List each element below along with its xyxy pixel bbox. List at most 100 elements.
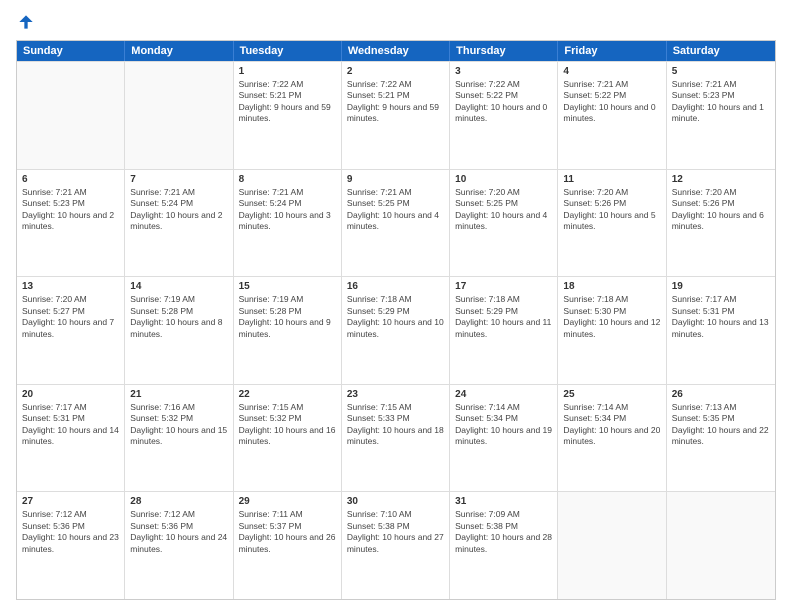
header (16, 12, 776, 32)
day-number: 26 (672, 388, 770, 401)
header-day-wednesday: Wednesday (342, 41, 450, 61)
cell-info: Sunrise: 7:19 AMSunset: 5:28 PMDaylight:… (130, 294, 227, 340)
day-number: 11 (563, 173, 660, 186)
day-number: 17 (455, 280, 552, 293)
cell-info: Sunrise: 7:20 AMSunset: 5:27 PMDaylight:… (22, 294, 119, 340)
calendar-cell: 19Sunrise: 7:17 AMSunset: 5:31 PMDayligh… (667, 277, 775, 384)
calendar-cell: 18Sunrise: 7:18 AMSunset: 5:30 PMDayligh… (558, 277, 666, 384)
calendar-cell: 7Sunrise: 7:21 AMSunset: 5:24 PMDaylight… (125, 170, 233, 277)
day-number: 6 (22, 173, 119, 186)
cell-info: Sunrise: 7:22 AMSunset: 5:21 PMDaylight:… (239, 79, 336, 125)
calendar-cell (667, 492, 775, 599)
calendar: SundayMondayTuesdayWednesdayThursdayFrid… (16, 40, 776, 600)
calendar-cell (125, 62, 233, 169)
day-number: 9 (347, 173, 444, 186)
day-number: 31 (455, 495, 552, 508)
cell-info: Sunrise: 7:09 AMSunset: 5:38 PMDaylight:… (455, 509, 552, 555)
cell-info: Sunrise: 7:21 AMSunset: 5:23 PMDaylight:… (22, 187, 119, 233)
cell-info: Sunrise: 7:13 AMSunset: 5:35 PMDaylight:… (672, 402, 770, 448)
calendar-cell: 22Sunrise: 7:15 AMSunset: 5:32 PMDayligh… (234, 385, 342, 492)
page: SundayMondayTuesdayWednesdayThursdayFrid… (0, 0, 792, 612)
header-day-friday: Friday (558, 41, 666, 61)
logo (16, 12, 40, 32)
cell-info: Sunrise: 7:14 AMSunset: 5:34 PMDaylight:… (563, 402, 660, 448)
cell-info: Sunrise: 7:22 AMSunset: 5:21 PMDaylight:… (347, 79, 444, 125)
calendar-cell: 24Sunrise: 7:14 AMSunset: 5:34 PMDayligh… (450, 385, 558, 492)
day-number: 18 (563, 280, 660, 293)
header-day-saturday: Saturday (667, 41, 775, 61)
calendar-cell: 1Sunrise: 7:22 AMSunset: 5:21 PMDaylight… (234, 62, 342, 169)
calendar-body: 1Sunrise: 7:22 AMSunset: 5:21 PMDaylight… (17, 61, 775, 599)
calendar-cell (558, 492, 666, 599)
day-number: 13 (22, 280, 119, 293)
cell-info: Sunrise: 7:20 AMSunset: 5:26 PMDaylight:… (563, 187, 660, 233)
day-number: 29 (239, 495, 336, 508)
calendar-cell: 23Sunrise: 7:15 AMSunset: 5:33 PMDayligh… (342, 385, 450, 492)
calendar-row-3: 13Sunrise: 7:20 AMSunset: 5:27 PMDayligh… (17, 276, 775, 384)
cell-info: Sunrise: 7:20 AMSunset: 5:25 PMDaylight:… (455, 187, 552, 233)
calendar-cell: 17Sunrise: 7:18 AMSunset: 5:29 PMDayligh… (450, 277, 558, 384)
cell-info: Sunrise: 7:21 AMSunset: 5:24 PMDaylight:… (239, 187, 336, 233)
calendar-cell: 2Sunrise: 7:22 AMSunset: 5:21 PMDaylight… (342, 62, 450, 169)
day-number: 10 (455, 173, 552, 186)
day-number: 3 (455, 65, 552, 78)
cell-info: Sunrise: 7:22 AMSunset: 5:22 PMDaylight:… (455, 79, 552, 125)
calendar-cell: 30Sunrise: 7:10 AMSunset: 5:38 PMDayligh… (342, 492, 450, 599)
calendar-header: SundayMondayTuesdayWednesdayThursdayFrid… (17, 41, 775, 61)
day-number: 4 (563, 65, 660, 78)
cell-info: Sunrise: 7:15 AMSunset: 5:32 PMDaylight:… (239, 402, 336, 448)
cell-info: Sunrise: 7:12 AMSunset: 5:36 PMDaylight:… (130, 509, 227, 555)
cell-info: Sunrise: 7:14 AMSunset: 5:34 PMDaylight:… (455, 402, 552, 448)
day-number: 15 (239, 280, 336, 293)
calendar-cell: 25Sunrise: 7:14 AMSunset: 5:34 PMDayligh… (558, 385, 666, 492)
calendar-row-2: 6Sunrise: 7:21 AMSunset: 5:23 PMDaylight… (17, 169, 775, 277)
calendar-cell: 9Sunrise: 7:21 AMSunset: 5:25 PMDaylight… (342, 170, 450, 277)
day-number: 2 (347, 65, 444, 78)
calendar-cell: 31Sunrise: 7:09 AMSunset: 5:38 PMDayligh… (450, 492, 558, 599)
cell-info: Sunrise: 7:16 AMSunset: 5:32 PMDaylight:… (130, 402, 227, 448)
calendar-row-4: 20Sunrise: 7:17 AMSunset: 5:31 PMDayligh… (17, 384, 775, 492)
day-number: 27 (22, 495, 119, 508)
calendar-cell (17, 62, 125, 169)
day-number: 28 (130, 495, 227, 508)
calendar-cell: 11Sunrise: 7:20 AMSunset: 5:26 PMDayligh… (558, 170, 666, 277)
cell-info: Sunrise: 7:18 AMSunset: 5:29 PMDaylight:… (455, 294, 552, 340)
cell-info: Sunrise: 7:18 AMSunset: 5:29 PMDaylight:… (347, 294, 444, 340)
day-number: 30 (347, 495, 444, 508)
calendar-cell: 27Sunrise: 7:12 AMSunset: 5:36 PMDayligh… (17, 492, 125, 599)
header-day-sunday: Sunday (17, 41, 125, 61)
calendar-cell: 29Sunrise: 7:11 AMSunset: 5:37 PMDayligh… (234, 492, 342, 599)
day-number: 19 (672, 280, 770, 293)
calendar-cell: 28Sunrise: 7:12 AMSunset: 5:36 PMDayligh… (125, 492, 233, 599)
header-day-tuesday: Tuesday (234, 41, 342, 61)
day-number: 25 (563, 388, 660, 401)
logo-icon (16, 12, 36, 32)
day-number: 5 (672, 65, 770, 78)
cell-info: Sunrise: 7:17 AMSunset: 5:31 PMDaylight:… (22, 402, 119, 448)
calendar-row-5: 27Sunrise: 7:12 AMSunset: 5:36 PMDayligh… (17, 491, 775, 599)
cell-info: Sunrise: 7:19 AMSunset: 5:28 PMDaylight:… (239, 294, 336, 340)
calendar-cell: 3Sunrise: 7:22 AMSunset: 5:22 PMDaylight… (450, 62, 558, 169)
day-number: 7 (130, 173, 227, 186)
cell-info: Sunrise: 7:12 AMSunset: 5:36 PMDaylight:… (22, 509, 119, 555)
calendar-cell: 6Sunrise: 7:21 AMSunset: 5:23 PMDaylight… (17, 170, 125, 277)
calendar-cell: 16Sunrise: 7:18 AMSunset: 5:29 PMDayligh… (342, 277, 450, 384)
day-number: 24 (455, 388, 552, 401)
cell-info: Sunrise: 7:21 AMSunset: 5:24 PMDaylight:… (130, 187, 227, 233)
day-number: 20 (22, 388, 119, 401)
calendar-cell: 26Sunrise: 7:13 AMSunset: 5:35 PMDayligh… (667, 385, 775, 492)
day-number: 14 (130, 280, 227, 293)
cell-info: Sunrise: 7:17 AMSunset: 5:31 PMDaylight:… (672, 294, 770, 340)
calendar-cell: 14Sunrise: 7:19 AMSunset: 5:28 PMDayligh… (125, 277, 233, 384)
cell-info: Sunrise: 7:11 AMSunset: 5:37 PMDaylight:… (239, 509, 336, 555)
day-number: 21 (130, 388, 227, 401)
calendar-cell: 13Sunrise: 7:20 AMSunset: 5:27 PMDayligh… (17, 277, 125, 384)
calendar-cell: 12Sunrise: 7:20 AMSunset: 5:26 PMDayligh… (667, 170, 775, 277)
calendar-cell: 8Sunrise: 7:21 AMSunset: 5:24 PMDaylight… (234, 170, 342, 277)
header-day-thursday: Thursday (450, 41, 558, 61)
cell-info: Sunrise: 7:21 AMSunset: 5:23 PMDaylight:… (672, 79, 770, 125)
cell-info: Sunrise: 7:21 AMSunset: 5:22 PMDaylight:… (563, 79, 660, 125)
cell-info: Sunrise: 7:10 AMSunset: 5:38 PMDaylight:… (347, 509, 444, 555)
cell-info: Sunrise: 7:21 AMSunset: 5:25 PMDaylight:… (347, 187, 444, 233)
day-number: 1 (239, 65, 336, 78)
